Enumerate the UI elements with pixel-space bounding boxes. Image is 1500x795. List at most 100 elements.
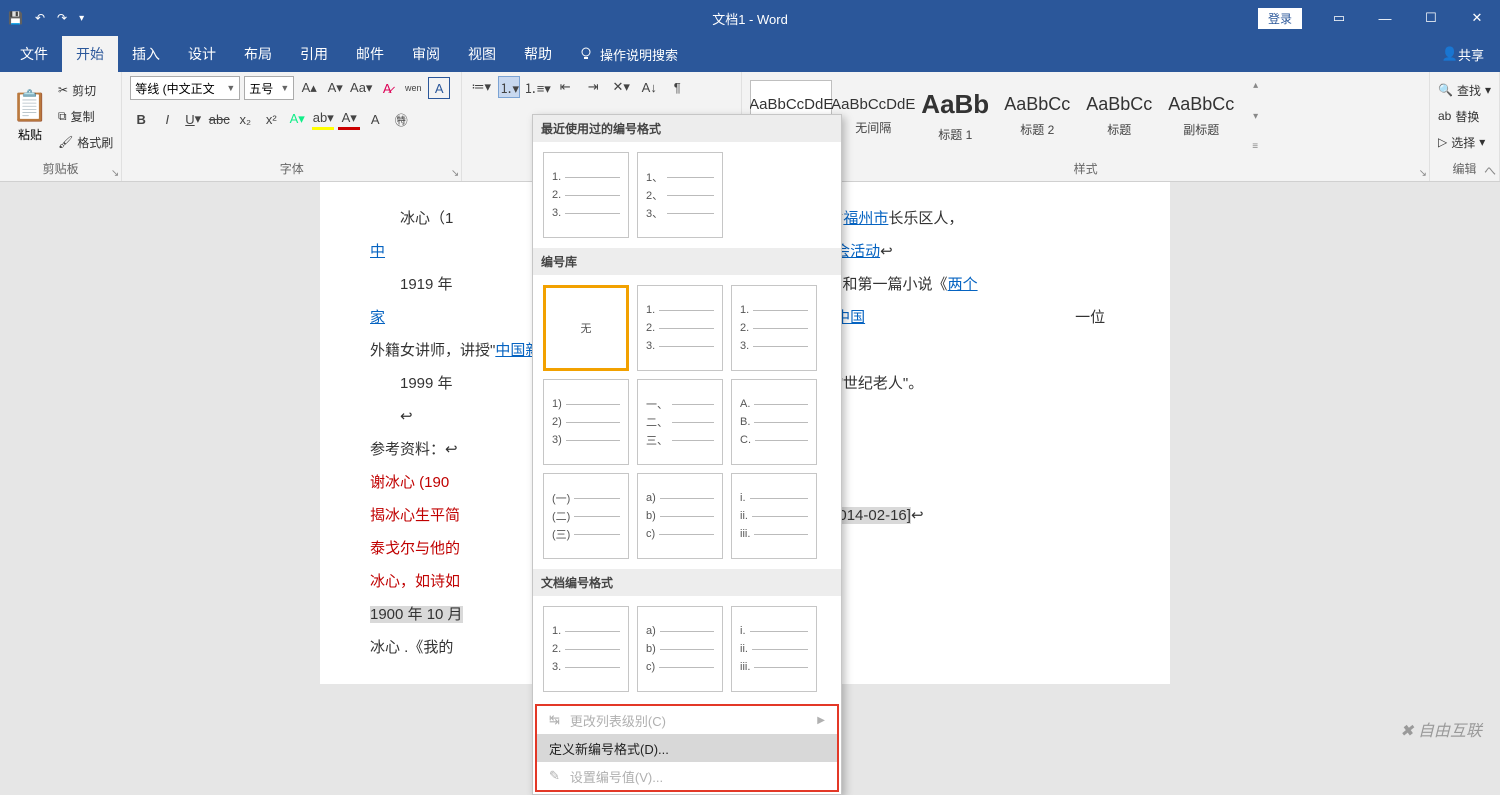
numbering-option[interactable]: 1.2.3. — [731, 285, 817, 371]
section-header: 文档编号格式 — [533, 569, 841, 596]
close-icon[interactable]: ✕ — [1454, 0, 1500, 36]
bold-icon[interactable]: B — [130, 108, 152, 130]
watermark: ✖ 自由互联 — [1400, 717, 1482, 741]
collapse-ribbon-icon[interactable]: へ — [1484, 162, 1496, 179]
scissors-icon: ✂ — [58, 83, 68, 97]
numbering-icon[interactable]: ⒈▾ — [498, 76, 520, 98]
numbering-dropdown: 最近使用过的编号格式 1.2.3. 1、2、3、 编号库 无 1.2.3. 1.… — [532, 114, 842, 795]
numbering-option[interactable]: 1.2.3. — [543, 152, 629, 238]
numbering-option[interactable]: 1)2)3) — [543, 379, 629, 465]
numbering-option[interactable]: 1.2.3. — [543, 606, 629, 692]
group-label: 字体 — [130, 156, 453, 181]
group-clipboard: 📋 粘贴 ✂剪切 ⧉复制 🖌格式刷 剪贴板 ↘ — [0, 72, 122, 181]
share-button[interactable]: 👤 共享 — [1426, 36, 1500, 72]
underline-icon[interactable]: U▾ — [182, 108, 204, 130]
tab-references[interactable]: 引用 — [286, 36, 342, 72]
style-nospacing[interactable]: AaBbCcDdE无间隔 — [832, 80, 914, 152]
style-title[interactable]: AaBbCc标题 — [1078, 80, 1160, 152]
lightbulb-icon — [578, 46, 594, 62]
ribbon-display-icon[interactable]: ▭ — [1316, 0, 1362, 36]
highlight-icon[interactable]: ab▾ — [312, 108, 334, 130]
replace-button[interactable]: ab替换 — [1438, 105, 1491, 127]
dialog-launcher-icon[interactable]: ↘ — [111, 168, 119, 179]
tab-layout[interactable]: 布局 — [230, 36, 286, 72]
font-name-combo[interactable]: 等线 (中文正文▼ — [130, 76, 240, 100]
numbering-option[interactable]: 1.2.3. — [637, 285, 723, 371]
text-effects-icon[interactable]: A▾ — [286, 108, 308, 130]
minimize-icon[interactable]: — — [1362, 0, 1408, 36]
style-subtitle[interactable]: AaBbCc副标题 — [1160, 80, 1242, 152]
asian-layout-icon[interactable]: ✕▾ — [610, 76, 632, 98]
scroll-down-icon[interactable]: ▾ — [1253, 111, 1258, 122]
subscript-icon[interactable]: x₂ — [234, 108, 256, 130]
numbering-option[interactable]: 一、二、三、 — [637, 379, 723, 465]
chevron-down-icon: ▼ — [226, 83, 235, 93]
paste-button[interactable]: 📋 粘贴 — [8, 77, 52, 155]
indent-icon: ↹ — [549, 712, 560, 728]
link[interactable]: 中 — [370, 243, 385, 260]
group-font: 等线 (中文正文▼ 五号▼ A▴ A▾ Aa▾ A̷ wen A B I U▾ … — [122, 72, 462, 181]
tab-home[interactable]: 开始 — [62, 36, 118, 72]
copy-button[interactable]: ⧉复制 — [58, 105, 113, 127]
copy-icon: ⧉ — [58, 109, 67, 124]
undo-icon[interactable]: ↶ — [35, 11, 45, 25]
login-button[interactable]: 登录 — [1258, 8, 1302, 29]
grow-font-icon[interactable]: A▴ — [298, 77, 320, 99]
multilevel-icon[interactable]: ⒈≡▾ — [526, 76, 548, 98]
bullets-icon[interactable]: ≔▾ — [470, 76, 492, 98]
tell-me[interactable]: 操作说明搜索 — [578, 36, 678, 72]
numbering-option[interactable]: i.ii.iii. — [731, 606, 817, 692]
section-header: 编号库 — [533, 248, 841, 275]
char-border-icon[interactable]: A — [428, 77, 450, 99]
tab-help[interactable]: 帮助 — [510, 36, 566, 72]
styles-scroll[interactable]: ▴ ▾ ≡ — [1248, 80, 1258, 152]
define-new-number-format[interactable]: 定义新编号格式(D)... — [537, 734, 837, 762]
tab-view[interactable]: 视图 — [454, 36, 510, 72]
save-icon[interactable]: 💾 — [8, 11, 23, 25]
qat-more-icon[interactable]: ▾ — [79, 13, 84, 24]
shrink-font-icon[interactable]: A▾ — [324, 77, 346, 99]
chevron-down-icon: ▼ — [280, 83, 289, 93]
char-shading-icon[interactable]: A — [364, 108, 386, 130]
tab-insert[interactable]: 插入 — [118, 36, 174, 72]
find-button[interactable]: 🔍查找 ▾ — [1438, 79, 1491, 101]
font-size-combo[interactable]: 五号▼ — [244, 76, 294, 100]
change-case-icon[interactable]: Aa▾ — [350, 77, 372, 99]
dialog-launcher-icon[interactable]: ↘ — [451, 168, 459, 179]
numbering-option[interactable]: i.ii.iii. — [731, 473, 817, 559]
numbering-option[interactable]: A.B.C. — [731, 379, 817, 465]
indent-inc-icon[interactable]: ⇥ — [582, 76, 604, 98]
select-button[interactable]: ▷选择 ▾ — [1438, 131, 1491, 153]
numbering-option[interactable]: (一)(二)(三) — [543, 473, 629, 559]
numbering-footer: ↹更改列表级别(C)▶ 定义新编号格式(D)... ✎设置编号值(V)... — [535, 704, 839, 792]
italic-icon[interactable]: I — [156, 108, 178, 130]
strikethrough-icon[interactable]: abc — [208, 108, 230, 130]
enclose-icon[interactable]: ㊕ — [390, 108, 412, 130]
tab-mailings[interactable]: 邮件 — [342, 36, 398, 72]
style-heading2[interactable]: AaBbCc标题 2 — [996, 80, 1078, 152]
clear-format-icon[interactable]: A̷ — [376, 77, 398, 99]
indent-dec-icon[interactable]: ⇤ — [554, 76, 576, 98]
numbering-none[interactable]: 无 — [543, 285, 629, 371]
tab-design[interactable]: 设计 — [174, 36, 230, 72]
scroll-up-icon[interactable]: ▴ — [1253, 80, 1258, 91]
numbering-option[interactable]: a)b)c) — [637, 473, 723, 559]
tab-file[interactable]: 文件 — [6, 36, 62, 72]
styles-more-icon[interactable]: ≡ — [1252, 141, 1258, 152]
show-marks-icon[interactable]: ¶ — [666, 76, 688, 98]
tab-review[interactable]: 审阅 — [398, 36, 454, 72]
numbering-option[interactable]: 1、2、3、 — [637, 152, 723, 238]
format-painter-button[interactable]: 🖌格式刷 — [58, 131, 113, 153]
maximize-icon[interactable]: ☐ — [1408, 0, 1454, 36]
redo-icon[interactable]: ↷ — [57, 11, 67, 25]
cut-button[interactable]: ✂剪切 — [58, 79, 113, 101]
font-color-icon[interactable]: A▾ — [338, 108, 360, 130]
style-heading1[interactable]: AaBb标题 1 — [914, 80, 996, 152]
numbering-option[interactable]: a)b)c) — [637, 606, 723, 692]
link[interactable]: 福州市 — [843, 210, 888, 227]
phonetic-icon[interactable]: wen — [402, 77, 424, 99]
dialog-launcher-icon[interactable]: ↘ — [1419, 168, 1427, 179]
sort-icon[interactable]: A↓ — [638, 76, 660, 98]
superscript-icon[interactable]: x² — [260, 108, 282, 130]
chevron-right-icon: ▶ — [817, 715, 825, 726]
